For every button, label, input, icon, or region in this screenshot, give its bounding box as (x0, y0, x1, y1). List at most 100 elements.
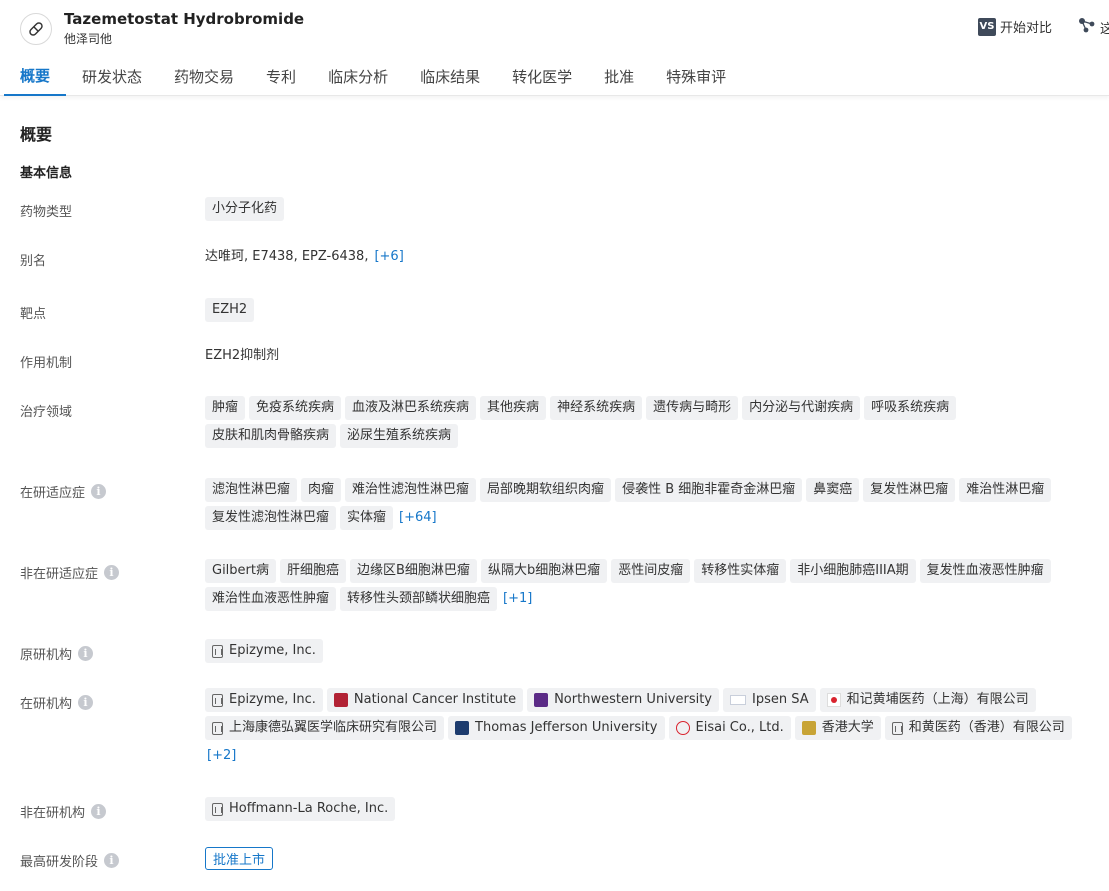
active-indication-label: 在研适应症 i (20, 482, 107, 501)
tab-overview[interactable]: 概要 (4, 56, 67, 96)
mechanism-label: 作用机制 (20, 356, 73, 371)
indication-tag[interactable]: 复发性血液恶性肿瘤 (919, 559, 1051, 583)
indication-tag[interactable]: 恶性间皮瘤 (611, 559, 691, 583)
tab-rd-status[interactable]: 研发状态 (66, 56, 158, 96)
share-button[interactable]: 这 (1078, 17, 1109, 37)
building-icon (212, 644, 223, 658)
indication-tag[interactable]: 实体瘤 (340, 506, 394, 530)
hku-logo-icon (801, 721, 816, 735)
therapeutic-area-tag[interactable]: 皮肤和肌肉骨骼疾病 (205, 424, 337, 448)
drug-subtitle: 他泽司他 (64, 32, 113, 46)
therapeutic-area-tag[interactable]: 免疫系统疾病 (249, 396, 342, 420)
therapeutic-area-tag[interactable]: 泌尿生殖系统疾病 (340, 424, 459, 448)
info-icon[interactable]: i (104, 853, 120, 868)
indication-tag[interactable]: 滤泡性淋巴瘤 (205, 478, 298, 502)
alias-more-link[interactable]: [+6] (372, 245, 405, 269)
indication-tag[interactable]: 肉瘤 (301, 478, 342, 502)
therapeutic-area-tag[interactable]: 其他疾病 (480, 396, 547, 420)
org-tag[interactable]: 上海康德弘翼医学临床研究有限公司 (205, 716, 445, 740)
drug-header: Tazemetostat Hydrobromide 他泽司他 VS 开始对比 这… (0, 0, 1109, 96)
info-icon[interactable]: i (78, 695, 94, 710)
drug-title: Tazemetostat Hydrobromide (64, 10, 305, 28)
tab-deals[interactable]: 药物交易 (158, 56, 250, 96)
active-org-label: 在研机构 i (20, 693, 94, 712)
drug-type-tag: 小分子化药 (205, 197, 285, 221)
org-tag[interactable]: Northwestern University (527, 688, 720, 712)
indication-tag[interactable]: 难治性血液恶性肿瘤 (205, 587, 337, 611)
tab-clinical-analysis[interactable]: 临床分析 (312, 56, 404, 96)
tab-special-review[interactable]: 特殊审评 (650, 56, 742, 96)
compare-button[interactable]: VS 开始对比 (978, 17, 1052, 36)
org-tag[interactable]: Epizyme, Inc. (205, 639, 323, 663)
active-indication-tags: 滤泡性淋巴瘤 肉瘤 难治性滤泡性淋巴瘤 局部晚期软组织肉瘤 侵袭性 B 细胞非霍… (205, 478, 1085, 530)
org-tag[interactable]: 和记黄埔医药（上海）有限公司 (819, 688, 1036, 712)
highest-phase-value: 批准上市 (205, 847, 1085, 870)
indication-tag[interactable]: 复发性滤泡性淋巴瘤 (205, 506, 337, 530)
eisai-logo-icon (675, 721, 690, 735)
org-tag[interactable]: Ipsen SA (723, 688, 816, 712)
indication-tag[interactable]: 肝细胞癌 (280, 559, 347, 583)
tab-clinical-results[interactable]: 临床结果 (404, 56, 496, 96)
mechanism-value: EZH2抑制剂 (205, 344, 1085, 368)
hutchmed-logo-icon (826, 693, 841, 707)
indication-tag[interactable]: Gilbert病 (205, 559, 276, 583)
indication-tag[interactable]: 边缘区B细胞淋巴瘤 (350, 559, 477, 583)
org-tag[interactable]: 香港大学 (794, 716, 881, 740)
org-more-link[interactable]: [+2] (205, 744, 238, 768)
target-tag[interactable]: EZH2 (205, 298, 255, 322)
inactive-indication-label: 非在研适应症 i (20, 563, 120, 582)
org-tag[interactable]: Hoffmann-La Roche, Inc. (205, 797, 396, 821)
info-icon[interactable]: i (104, 565, 120, 580)
indication-more-link[interactable]: [+64] (397, 506, 439, 530)
therapeutic-area-tag[interactable]: 内分泌与代谢疾病 (742, 396, 861, 420)
indication-tag[interactable]: 转移性头颈部鳞状细胞癌 (340, 587, 498, 611)
indication-tag[interactable]: 鼻窦癌 (806, 478, 860, 502)
therapeutic-area-tags: 肿瘤 免疫系统疾病 血液及淋巴系统疾病 其他疾病 神经系统疾病 遗传病与畸形 内… (205, 396, 1085, 448)
indication-tag[interactable]: 侵袭性 B 细胞非霍奇金淋巴瘤 (615, 478, 803, 502)
alias-value: 达唯珂, E7438, EPZ-6438, [+6] (205, 245, 1085, 269)
alias-text: 达唯珂, E7438, EPZ-6438, (205, 249, 369, 264)
therapeutic-area-tag[interactable]: 肿瘤 (205, 396, 246, 420)
org-tag[interactable]: National Cancer Institute (326, 688, 524, 712)
indication-tag[interactable]: 纵隔大b细胞淋巴瘤 (480, 559, 608, 583)
highest-phase-label: 最高研发阶段 i (20, 851, 120, 870)
indication-tag[interactable]: 非小细胞肺癌IIIA期 (790, 559, 916, 583)
org-tag[interactable]: Thomas Jefferson University (448, 716, 665, 740)
phase-badge: 批准上市 (205, 847, 274, 870)
org-tag[interactable]: Epizyme, Inc. (205, 688, 323, 712)
indication-tag[interactable]: 转移性实体瘤 (694, 559, 787, 583)
mechanism-text[interactable]: EZH2抑制剂 (205, 344, 279, 368)
indication-tag[interactable]: 难治性淋巴瘤 (959, 478, 1052, 502)
target-label: 靶点 (20, 307, 47, 322)
inactive-indication-tags: Gilbert病 肝细胞癌 边缘区B细胞淋巴瘤 纵隔大b细胞淋巴瘤 恶性间皮瘤 … (205, 559, 1085, 611)
drug-type-label: 药物类型 (20, 205, 73, 220)
tab-patents[interactable]: 专利 (250, 56, 312, 96)
inactive-org-tags: Hoffmann-La Roche, Inc. (205, 797, 1085, 821)
tab-bar: 概要 研发状态 药物交易 专利 临床分析 临床结果 转化医学 批准 特殊审评 (4, 56, 742, 96)
indication-tag[interactable]: 复发性淋巴瘤 (863, 478, 956, 502)
building-icon (212, 693, 223, 707)
indication-tag[interactable]: 难治性滤泡性淋巴瘤 (345, 478, 477, 502)
ipsen-logo-icon (730, 695, 747, 705)
info-icon[interactable]: i (91, 484, 107, 499)
northwestern-logo-icon (534, 693, 549, 707)
target-value: EZH2 (205, 298, 1085, 322)
org-tag[interactable]: Eisai Co., Ltd. (668, 716, 791, 740)
indication-tag[interactable]: 局部晚期软组织肉瘤 (480, 478, 612, 502)
therapeutic-area-tag[interactable]: 血液及淋巴系统疾病 (345, 396, 477, 420)
org-tag[interactable]: 和黄医药（香港）有限公司 (884, 716, 1072, 740)
tab-approval[interactable]: 批准 (588, 56, 650, 96)
therapeutic-area-tag[interactable]: 呼吸系统疾病 (864, 396, 957, 420)
alias-label: 别名 (20, 254, 47, 269)
building-icon (891, 721, 903, 735)
basic-info-title: 基本信息 (20, 166, 73, 181)
share-label: 这 (1100, 21, 1109, 37)
vs-icon: VS (978, 17, 996, 36)
tab-translational[interactable]: 转化医学 (496, 56, 588, 96)
therapeutic-area-label: 治疗领域 (20, 405, 73, 420)
info-icon[interactable]: i (78, 646, 94, 661)
therapeutic-area-tag[interactable]: 神经系统疾病 (550, 396, 643, 420)
therapeutic-area-tag[interactable]: 遗传病与畸形 (646, 396, 739, 420)
info-icon[interactable]: i (91, 804, 107, 819)
inactive-indication-more-link[interactable]: [+1] (501, 587, 534, 611)
